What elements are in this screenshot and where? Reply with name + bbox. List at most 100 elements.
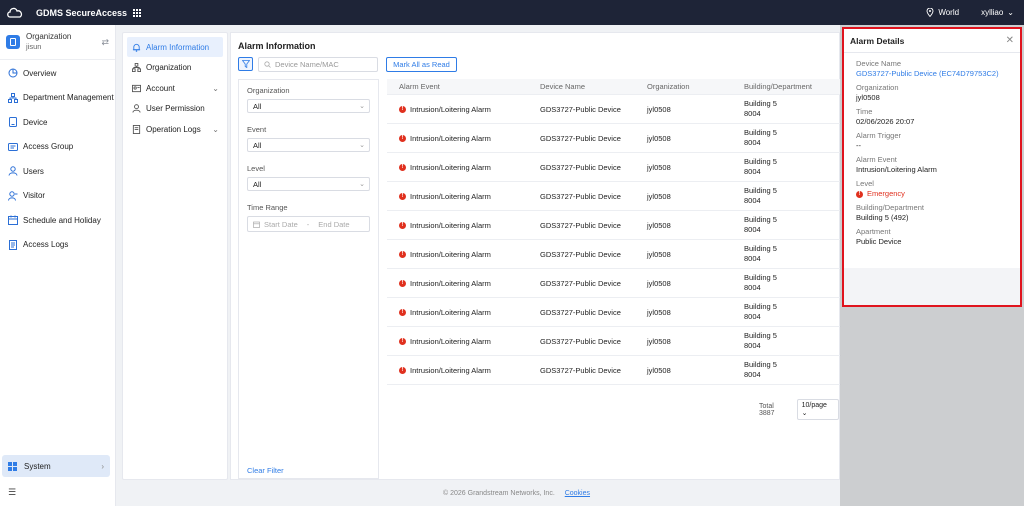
nav-item-visitor[interactable]: Visitor <box>0 184 115 209</box>
building-cell: Building 5 8004 <box>744 244 841 264</box>
chevron-down-icon: ⌄ <box>1007 8 1014 17</box>
nav-item-access-group[interactable]: Access Group <box>0 135 115 160</box>
alarm-event-cell: ! Intrusion/Loitering Alarm <box>387 192 540 201</box>
organization-icon <box>6 35 20 49</box>
event-filter-select[interactable]: All ⌄ <box>247 138 370 152</box>
submenu-item-account[interactable]: Account ⌄ <box>127 78 223 98</box>
table-row[interactable]: ! Intrusion/Loitering Alarm GDS3727-Public… <box>387 95 841 124</box>
table-row[interactable]: ! Intrusion/Loitering Alarm GDS3727-Public… <box>387 240 841 269</box>
submenu-item-user-permission[interactable]: User Permission <box>127 99 223 119</box>
page-size-select[interactable]: 10/page ⌄ <box>796 399 839 420</box>
submenu-item-operation-logs[interactable]: Operation Logs ⌄ <box>127 119 223 139</box>
alarm-event-cell: ! Intrusion/Loitering Alarm <box>387 279 540 288</box>
table-row[interactable]: ! Intrusion/Loitering Alarm GDS3727-Public… <box>387 124 841 153</box>
region-selector[interactable]: World <box>926 8 959 17</box>
table-row[interactable]: ! Intrusion/Loitering Alarm GDS3727-Public… <box>387 269 841 298</box>
organization-cell: jyl0508 <box>647 336 671 346</box>
detail-label: Level <box>856 179 874 188</box>
level-text: Emergency <box>867 189 905 198</box>
cookies-link[interactable]: Cookies <box>565 490 590 497</box>
detail-value: jyl0508 <box>856 93 880 102</box>
device-name-cell: GDS3727-Public Device <box>540 162 621 172</box>
detail-label: Alarm Trigger <box>856 131 902 140</box>
nav-item-overview[interactable]: Overview <box>0 61 115 86</box>
end-date-placeholder[interactable]: End Date <box>318 220 349 229</box>
submenu-label: Operation Logs <box>146 124 201 134</box>
organization-filter-value: All <box>253 101 262 111</box>
nav-item-schedule[interactable]: Schedule and Holiday <box>0 208 115 233</box>
detail-label: Building/Department <box>856 203 924 212</box>
org-switcher[interactable]: Organization jisun ⇄ <box>0 25 115 60</box>
table-row[interactable]: ! Intrusion/Loitering Alarm GDS3727-Public… <box>387 356 841 385</box>
clear-filter-link[interactable]: Clear Filter <box>247 466 284 475</box>
building-cell: Building 5 8004 <box>744 128 841 148</box>
nav-item-users[interactable]: Users <box>0 159 115 184</box>
nav-label: System <box>24 461 51 471</box>
detail-label: Device Name <box>856 59 902 68</box>
submenu-item-alarm-information[interactable]: Alarm Information <box>127 37 223 57</box>
copyright-text: © 2026 Grandstream Networks, Inc. <box>443 490 555 497</box>
alarm-event-cell: ! Intrusion/Loitering Alarm <box>387 105 540 114</box>
switch-icon[interactable]: ⇄ <box>101 37 109 48</box>
alarm-event-text: Intrusion/Loitering Alarm <box>410 365 491 375</box>
system-grid-icon <box>8 461 17 471</box>
table-row[interactable]: ! Intrusion/Loitering Alarm GDS3727-Public… <box>387 211 841 240</box>
device-name-cell: GDS3727-Public Device <box>540 220 621 230</box>
device-name-cell: GDS3727-Public Device <box>540 191 621 201</box>
department-text: 8004 <box>744 167 761 176</box>
bell-icon <box>132 43 141 52</box>
overview-icon <box>8 68 18 78</box>
app-logo-icon[interactable] <box>6 6 24 20</box>
detail-value: 02/06/2026 20:07 <box>856 117 915 126</box>
alarm-event-cell: ! Intrusion/Loitering Alarm <box>387 163 540 172</box>
building-text: Building 5 <box>744 273 777 282</box>
building-text: Building 5 <box>744 186 777 195</box>
nav-label: Overview <box>23 68 57 78</box>
submenu-label: Account <box>146 83 175 93</box>
nav-item-system[interactable]: System › <box>2 455 110 477</box>
alarm-event-cell: ! Intrusion/Loitering Alarm <box>387 221 540 230</box>
detail-value: Public Device <box>856 237 902 246</box>
device-name-cell: GDS3727-Public Device <box>540 133 621 143</box>
detail-value[interactable]: GDS3727-Public Device (EC74D79753C2) <box>856 69 1008 79</box>
submenu-item-organization[interactable]: Organization <box>127 58 223 78</box>
system-submenu: Alarm Information Organization Account ⌄… <box>122 32 228 480</box>
alarm-event-text: Intrusion/Loitering Alarm <box>410 307 491 317</box>
chevron-down-icon: ⌄ <box>359 103 365 110</box>
organization-filter-select[interactable]: All ⌄ <box>247 99 370 113</box>
filter-toggle-button[interactable] <box>238 57 253 71</box>
chevron-down-icon: ⌄ <box>359 181 365 188</box>
table-row[interactable]: ! Intrusion/Loitering Alarm GDS3727-Public… <box>387 298 841 327</box>
nav-item-device[interactable]: Device <box>0 110 115 135</box>
building-text: Building 5 <box>744 128 777 137</box>
time-range-picker[interactable]: Start Date - End Date <box>247 216 370 232</box>
table-row[interactable]: ! Intrusion/Loitering Alarm GDS3727-Public… <box>387 327 841 356</box>
device-name-cell: GDS3727-Public Device <box>540 365 621 375</box>
organization-cell: jyl0508 <box>647 307 671 317</box>
collapse-menu-icon[interactable]: ☰ <box>8 487 16 498</box>
user-permission-icon <box>132 104 141 113</box>
alert-icon: ! <box>399 192 406 200</box>
close-icon[interactable]: ✕ <box>1006 35 1014 46</box>
detail-label: Alarm Event <box>856 155 897 164</box>
alarm-event-cell: ! Intrusion/Loitering Alarm <box>387 250 540 259</box>
detail-label: Apartment <box>856 227 891 236</box>
nav-item-access-logs[interactable]: Access Logs <box>0 233 115 258</box>
app-grid-icon[interactable] <box>133 8 142 17</box>
alarm-event-text: Intrusion/Loitering Alarm <box>410 104 491 114</box>
building-cell: Building 5 8004 <box>744 215 841 235</box>
user-menu[interactable]: xylliao ⌄ <box>981 8 1014 17</box>
search-input[interactable]: Device Name/MAC <box>258 57 378 72</box>
mark-all-read-button[interactable]: Mark All as Read <box>386 57 457 72</box>
table-row[interactable]: ! Intrusion/Loitering Alarm GDS3727-Public… <box>387 182 841 211</box>
alarm-table: Alarm Event Device Name Organization Bui… <box>387 79 841 385</box>
start-date-placeholder[interactable]: Start Date <box>264 220 298 229</box>
time-range-label: Time Range <box>247 203 288 212</box>
level-filter-select[interactable]: All ⌄ <box>247 177 370 191</box>
nav-item-department[interactable]: Department Management <box>0 86 115 111</box>
department-text: 8004 <box>744 370 761 379</box>
table-row[interactable]: ! Intrusion/Loitering Alarm GDS3727-Public… <box>387 153 841 182</box>
building-text: Building 5 <box>744 331 777 340</box>
alert-icon: ! <box>856 190 863 198</box>
alarm-event-text: Intrusion/Loitering Alarm <box>410 278 491 288</box>
